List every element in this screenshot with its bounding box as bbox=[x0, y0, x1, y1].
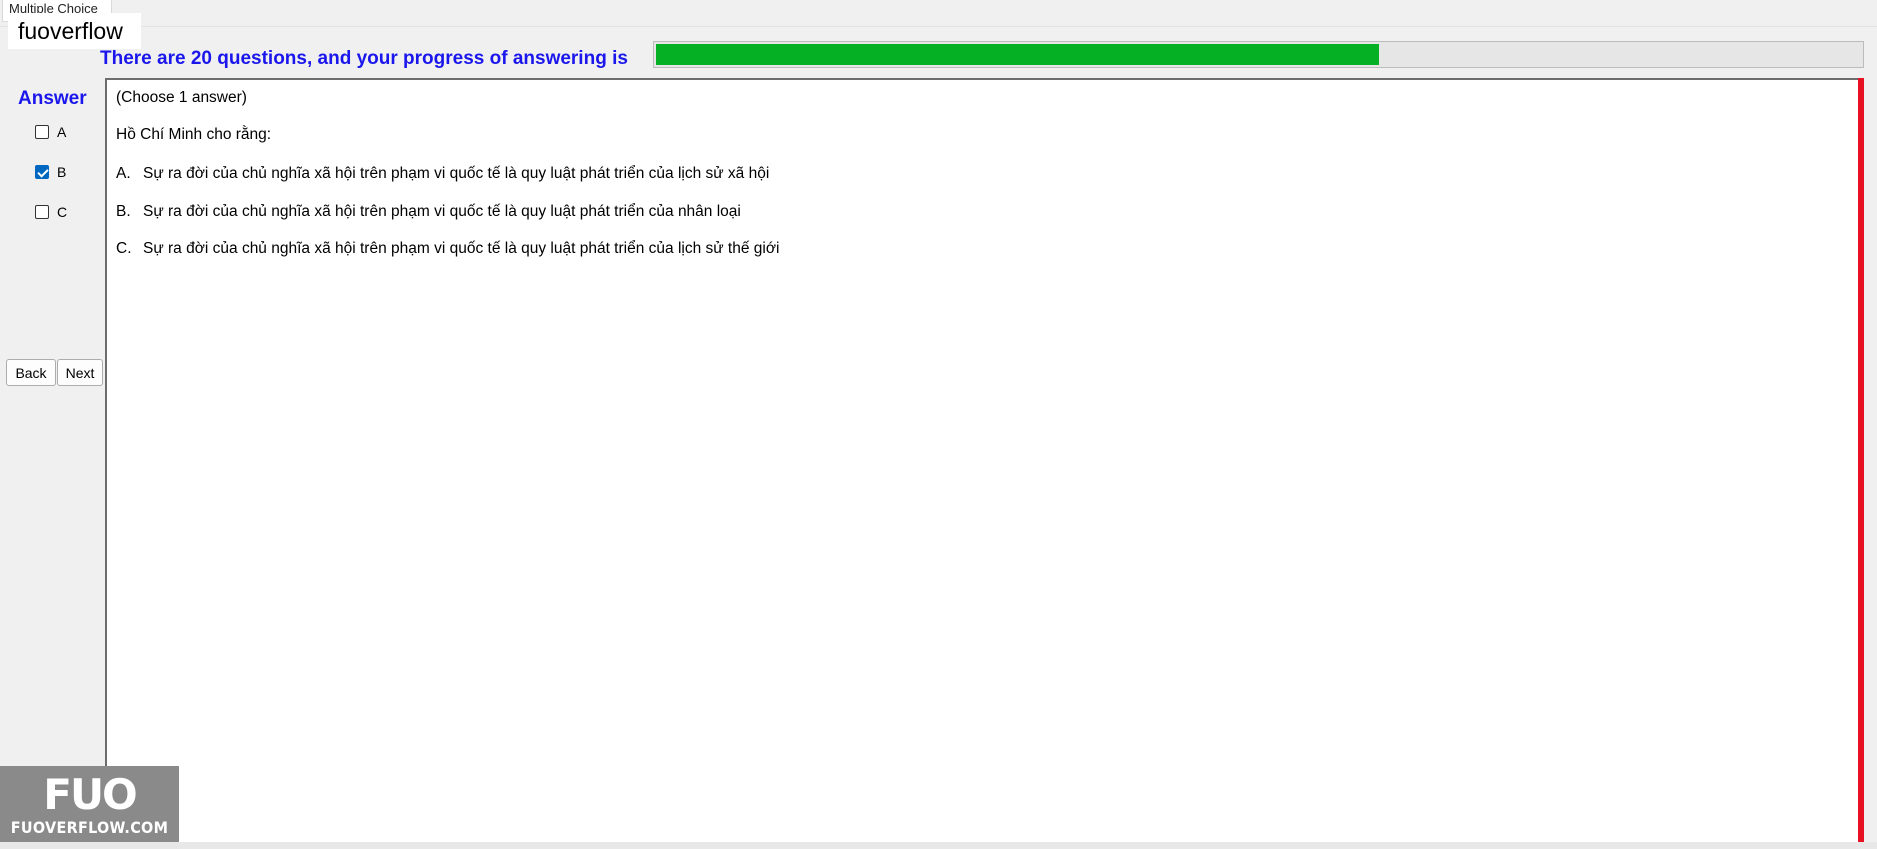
progress-fill bbox=[656, 44, 1379, 65]
side-marker-bar bbox=[1858, 78, 1864, 844]
choice-text: Sự ra đời của chủ nghĩa xã hội trên phạm… bbox=[143, 240, 780, 257]
answer-c-checkbox[interactable] bbox=[35, 205, 49, 219]
watermark-label: fuoverflow bbox=[8, 13, 141, 49]
question-panel: (Choose 1 answer) Hồ Chí Minh cho rằng: … bbox=[105, 78, 1860, 843]
bottom-strip bbox=[0, 842, 1877, 849]
answer-a-checkbox[interactable] bbox=[35, 125, 49, 139]
progress-bar bbox=[653, 41, 1864, 68]
answer-option-a[interactable]: A bbox=[35, 122, 66, 142]
choice-c: C. Sự ra đời của chủ nghĩa xã hội trên ph… bbox=[116, 239, 779, 259]
progress-label: There are 20 questions, and your progres… bbox=[100, 48, 628, 69]
answer-option-label: A bbox=[57, 124, 67, 140]
fuoverflow-logo: FUO FUOVERFLOW.COM bbox=[0, 766, 179, 849]
answer-panel-title: Answer bbox=[18, 88, 87, 109]
choice-b: B. Sự ra đời của chủ nghĩa xã hội trên ph… bbox=[116, 202, 741, 222]
back-button[interactable]: Back bbox=[6, 359, 56, 386]
answer-option-c[interactable]: C bbox=[35, 202, 67, 222]
choice-text: Sự ra đời của chủ nghĩa xã hội trên phạm… bbox=[143, 203, 741, 220]
question-instruction: (Choose 1 answer) bbox=[116, 89, 247, 106]
choice-letter: A. bbox=[116, 165, 131, 182]
next-button[interactable]: Next bbox=[57, 359, 103, 386]
answer-b-checkbox[interactable] bbox=[35, 165, 49, 179]
choice-letter: C. bbox=[116, 240, 132, 257]
logo-site-text: FUOVERFLOW.COM bbox=[10, 818, 169, 837]
answer-option-label: C bbox=[57, 204, 68, 220]
tab-strip: Multiple Choice bbox=[0, 0, 1877, 27]
choice-a: A. Sự ra đời của chủ nghĩa xã hội trên ph… bbox=[116, 164, 769, 184]
choice-letter: B. bbox=[116, 203, 131, 220]
choice-text: Sự ra đời của chủ nghĩa xã hội trên phạm… bbox=[143, 165, 770, 182]
logo-mark: FUO bbox=[43, 770, 138, 819]
answer-option-label: B bbox=[57, 164, 67, 180]
answer-option-b[interactable]: B bbox=[35, 162, 66, 182]
question-stem: Hồ Chí Minh cho rằng: bbox=[116, 126, 272, 143]
